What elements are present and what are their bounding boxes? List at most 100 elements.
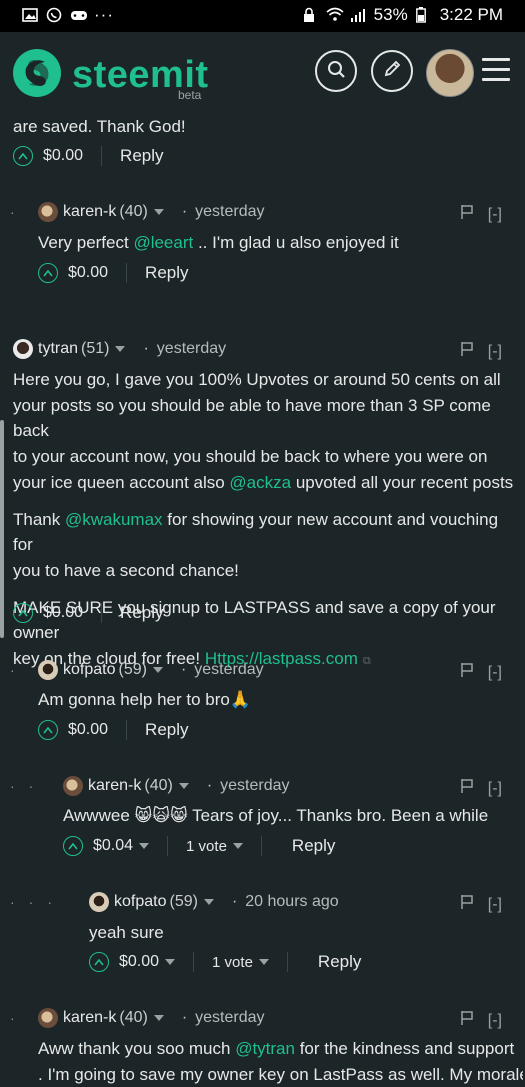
comment-text: Here you go, I gave you 100% Upvotes or … bbox=[13, 370, 501, 389]
signal-icon bbox=[350, 7, 366, 23]
comment-time[interactable]: yesterday bbox=[157, 340, 226, 358]
comment-text: Thank bbox=[13, 509, 65, 529]
collapse-button[interactable]: [-] bbox=[488, 206, 502, 224]
author-name[interactable]: karen-k bbox=[88, 777, 141, 795]
user-mention-link[interactable]: @kwakumax bbox=[65, 510, 163, 529]
collapse-button[interactable]: [-] bbox=[488, 664, 502, 682]
scroll-indicator[interactable] bbox=[0, 420, 4, 638]
payout-amount[interactable]: $0.04 bbox=[93, 837, 133, 855]
chevron-down-icon[interactable] bbox=[139, 843, 150, 849]
author-name[interactable]: kofpato bbox=[63, 661, 115, 679]
reply-button[interactable]: Reply bbox=[145, 263, 188, 283]
author-avatar[interactable] bbox=[89, 892, 109, 912]
collapse-button[interactable]: [-] bbox=[488, 896, 502, 914]
comment-time[interactable]: yesterday bbox=[194, 661, 263, 679]
upvote-button[interactable] bbox=[63, 836, 83, 856]
payout-amount[interactable]: $0.00 bbox=[43, 604, 83, 622]
hamburger-icon bbox=[482, 58, 510, 61]
author-avatar[interactable] bbox=[38, 1008, 58, 1028]
chevron-down-icon[interactable] bbox=[232, 843, 243, 849]
reply-button[interactable]: Reply bbox=[145, 720, 188, 740]
status-bar: ··· 53% 3:22 PM bbox=[0, 0, 525, 32]
author-reputation: (40) bbox=[144, 777, 173, 794]
comment-actions: $0.00 Reply bbox=[38, 720, 189, 740]
comment-text: are saved. Thank God! bbox=[13, 117, 186, 136]
chevron-down-icon[interactable] bbox=[115, 346, 126, 352]
payout-amount[interactable]: $0.00 bbox=[119, 953, 159, 971]
more-notifications-icon: ··· bbox=[94, 5, 114, 24]
upvote-button[interactable] bbox=[38, 263, 58, 283]
comment-tools: [-] bbox=[460, 662, 502, 683]
comment-header: karen-k (40) · yesterday bbox=[63, 776, 290, 796]
upvote-button[interactable] bbox=[13, 603, 33, 623]
chevron-down-icon[interactable] bbox=[258, 959, 269, 965]
reply-button[interactable]: Reply bbox=[120, 146, 163, 166]
whatsapp-icon bbox=[46, 7, 62, 23]
thread-indent: ··· bbox=[10, 894, 66, 910]
chevron-down-icon[interactable] bbox=[178, 783, 189, 789]
comment-time[interactable]: yesterday bbox=[195, 1009, 264, 1027]
author-name[interactable]: karen-k bbox=[63, 1009, 116, 1027]
collapse-button[interactable]: [-] bbox=[488, 343, 502, 361]
thread-indent: ·· bbox=[10, 778, 48, 794]
payout-amount[interactable]: $0.00 bbox=[68, 721, 108, 739]
flag-icon[interactable] bbox=[460, 662, 474, 683]
comment-actions: $0.00 Reply bbox=[13, 603, 164, 623]
comment-body: Am gonna help her to bro🙏 bbox=[38, 690, 252, 709]
upvote-button[interactable] bbox=[89, 952, 109, 972]
user-mention-link[interactable]: @tytran bbox=[235, 1039, 295, 1058]
user-mention-link[interactable]: @leeart bbox=[133, 233, 193, 252]
comment-time[interactable]: 20 hours ago bbox=[245, 893, 338, 911]
comment-actions: $0.04 1 vote Reply bbox=[63, 836, 335, 856]
chevron-down-icon[interactable] bbox=[152, 667, 163, 673]
battery-level: 53% bbox=[373, 5, 408, 24]
comment-text: your ice queen account also bbox=[13, 472, 230, 492]
flag-icon[interactable] bbox=[460, 894, 474, 915]
write-post-button[interactable] bbox=[371, 50, 413, 92]
collapse-button[interactable]: [-] bbox=[488, 780, 502, 798]
author-avatar[interactable] bbox=[63, 776, 83, 796]
author-name[interactable]: kofpato bbox=[114, 893, 166, 911]
flag-icon[interactable] bbox=[460, 1010, 474, 1031]
user-avatar[interactable] bbox=[426, 49, 474, 97]
vote-count[interactable]: 1 vote bbox=[212, 954, 253, 971]
comment-actions: $0.00 Reply bbox=[38, 263, 189, 283]
clock: 3:22 PM bbox=[439, 5, 503, 24]
user-mention-link[interactable]: @ackza bbox=[229, 473, 291, 492]
chevron-down-icon[interactable] bbox=[153, 209, 164, 215]
gallery-icon bbox=[22, 7, 38, 23]
payout-amount[interactable]: $0.00 bbox=[43, 147, 83, 165]
upvote-button[interactable] bbox=[38, 720, 58, 740]
app-header: steemit beta bbox=[0, 32, 525, 112]
comment-text: .. I'm glad u also enjoyed it bbox=[193, 233, 399, 252]
comment-time[interactable]: yesterday bbox=[220, 777, 289, 795]
search-button[interactable] bbox=[315, 50, 357, 92]
payout-amount[interactable]: $0.00 bbox=[68, 264, 108, 282]
flag-icon[interactable] bbox=[460, 778, 474, 799]
comment-time[interactable]: yesterday bbox=[195, 203, 264, 221]
flag-icon[interactable] bbox=[460, 204, 474, 225]
thread-indent: · bbox=[10, 204, 29, 220]
comment-body: Aww thank you soo much @tytran for the k… bbox=[38, 1036, 523, 1087]
comment-text: upvoted all your recent posts bbox=[291, 472, 514, 492]
reply-button[interactable]: Reply bbox=[292, 836, 335, 856]
author-avatar[interactable] bbox=[13, 339, 33, 359]
collapse-button[interactable]: [-] bbox=[488, 1012, 502, 1030]
author-name[interactable]: tytran bbox=[38, 340, 78, 358]
comment-tools: [-] bbox=[460, 341, 502, 362]
steemit-logo-icon bbox=[12, 48, 62, 103]
vote-count[interactable]: 1 vote bbox=[186, 838, 227, 855]
author-name[interactable]: karen-k bbox=[63, 203, 116, 221]
upvote-button[interactable] bbox=[13, 146, 33, 166]
comment-text: for the kindness and support bbox=[294, 1039, 515, 1058]
chevron-down-icon[interactable] bbox=[165, 959, 176, 965]
reply-button[interactable]: Reply bbox=[120, 603, 163, 623]
menu-button[interactable] bbox=[482, 58, 510, 88]
chevron-down-icon[interactable] bbox=[153, 1015, 164, 1021]
author-avatar[interactable] bbox=[38, 202, 58, 222]
author-avatar[interactable] bbox=[38, 660, 58, 680]
comment-header: kofpato (59) · 20 hours ago bbox=[89, 892, 339, 912]
reply-button[interactable]: Reply bbox=[318, 952, 361, 972]
chevron-down-icon[interactable] bbox=[203, 899, 214, 905]
flag-icon[interactable] bbox=[460, 341, 474, 362]
